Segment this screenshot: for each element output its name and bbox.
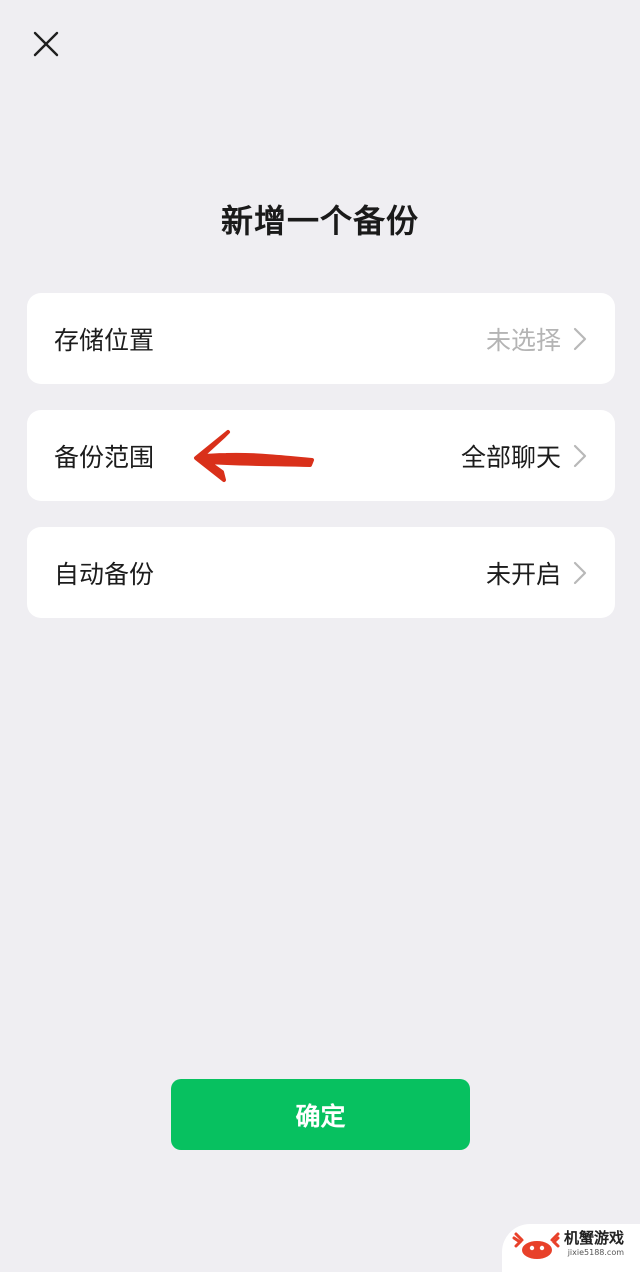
watermark-url: jixie5188.com — [567, 1248, 625, 1257]
auto-backup-row[interactable]: 自动备份 未开启 — [27, 527, 615, 618]
chevron-right-icon — [573, 560, 587, 586]
close-icon — [33, 31, 59, 57]
storage-location-value: 未选择 — [485, 325, 561, 355]
watermark-text: 机蟹游戏 jixie5188.com — [564, 1228, 624, 1258]
backup-scope-value-group: 全部聊天 — [461, 438, 587, 474]
site-watermark: 机蟹游戏 jixie5188.com — [502, 1224, 640, 1272]
chevron-right-icon — [573, 326, 587, 352]
crab-logo-icon — [512, 1232, 560, 1259]
backup-scope-value: 全部聊天 — [460, 442, 561, 472]
auto-backup-label: 自动备份 — [54, 559, 155, 589]
backup-scope-label: 备份范围 — [54, 442, 155, 472]
close-button[interactable] — [24, 22, 68, 66]
page-title: 新增一个备份 — [220, 202, 419, 240]
auto-backup-value: 未开启 — [485, 559, 561, 589]
storage-location-value-group: 未选择 — [486, 321, 587, 357]
storage-location-label: 存储位置 — [54, 325, 155, 355]
storage-location-row[interactable]: 存储位置 未选择 — [27, 293, 615, 384]
chevron-right-icon — [573, 443, 587, 469]
backup-scope-row[interactable]: 备份范围 全部聊天 — [27, 410, 615, 501]
confirm-button[interactable]: 确定 — [171, 1079, 470, 1150]
watermark-name: 机蟹游戏 — [564, 1229, 625, 1247]
settings-list: 存储位置 未选择 备份范围 全部聊天 自动备份 未开启 — [27, 293, 615, 644]
auto-backup-value-group: 未开启 — [486, 555, 587, 591]
